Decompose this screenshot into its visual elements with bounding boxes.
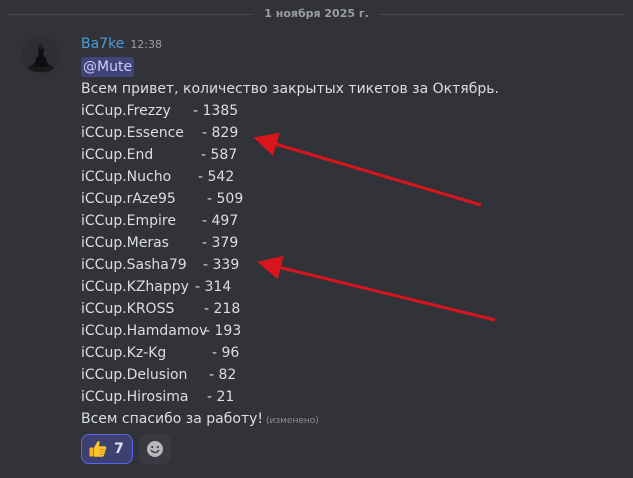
timestamp[interactable]: 12:38: [130, 38, 162, 51]
ticket-name: iCCup.Nucho: [81, 169, 172, 185]
ticket-count: - 314: [195, 279, 232, 295]
ticket-row: iCCup.Frezzy - 1385: [81, 100, 499, 122]
username[interactable]: Ba7ke: [81, 36, 124, 52]
ticket-row: iCCup.Delusion - 82: [81, 364, 499, 386]
smiley-icon: [146, 441, 163, 457]
divider-line-right: [378, 13, 625, 15]
ticket-name: iCCup.End: [81, 147, 154, 163]
ticket-count: - 82: [209, 367, 237, 383]
avatar[interactable]: [22, 36, 60, 74]
ticket-count: - 21: [207, 389, 235, 405]
mention-line: @Mute: [81, 56, 499, 78]
reaction-count: 7: [114, 441, 124, 457]
message-intro: Всем привет, количество закрытых тикетов…: [81, 81, 499, 97]
ticket-count: - 96: [212, 345, 240, 361]
ticket-row: iCCup.rAze95 - 509: [81, 188, 499, 210]
date-divider-text: 1 ноября 2025 г.: [264, 7, 369, 20]
ticket-name: iCCup.Sasha79: [81, 257, 187, 273]
ticket-name: iCCup.Meras: [81, 235, 169, 251]
ticket-row: iCCup.Essence - 829: [81, 122, 499, 144]
ticket-row: iCCup.Kz-Kg - 96: [81, 342, 499, 364]
chat-area: 1 ноября 2025 г. Ba7ke 12:38 @Mute Всем …: [0, 0, 633, 478]
ticket-count: - 587: [201, 147, 238, 163]
ticket-count: - 542: [198, 169, 235, 185]
ticket-row: iCCup.Empire - 497: [81, 210, 499, 232]
ticket-name: iCCup.Delusion: [81, 367, 188, 383]
add-reaction-button[interactable]: [138, 434, 171, 464]
message-outro: Всем спасибо за работу!: [81, 411, 263, 427]
ticket-row: iCCup.Hamdamov - 193: [81, 320, 499, 342]
message-content: @Mute Всем привет, количество закрытых т…: [81, 56, 499, 430]
date-divider: 1 ноября 2025 г.: [8, 6, 625, 22]
message-header: Ba7ke 12:38: [81, 36, 162, 56]
ticket-name: iCCup.Kz-Kg: [81, 345, 167, 361]
ticket-count: - 509: [207, 191, 244, 207]
divider-line-left: [8, 13, 255, 15]
ticket-row: iCCup.Sasha79 - 339: [81, 254, 499, 276]
ticket-count: - 218: [204, 301, 241, 317]
ticket-name: iCCup.Hamdamov: [81, 323, 208, 339]
ticket-count: - 193: [205, 323, 242, 339]
ticket-name: iCCup.Essence: [81, 125, 184, 141]
ticket-name: iCCup.Empire: [81, 213, 176, 229]
ticket-row: iCCup.Nucho - 542: [81, 166, 499, 188]
user-mention[interactable]: @Mute: [81, 57, 135, 77]
ticket-count: - 379: [202, 235, 239, 251]
reaction-thumbs-up[interactable]: 7: [81, 434, 133, 464]
ticket-name: iCCup.rAze95: [81, 191, 176, 207]
ticket-name: iCCup.KZhappy: [81, 279, 189, 295]
ticket-row: iCCup.KROSS - 218: [81, 298, 499, 320]
ticket-count: - 497: [202, 213, 239, 229]
avatar-image: [22, 36, 60, 74]
ticket-name: iCCup.Frezzy: [81, 103, 171, 119]
ticket-count: - 1385: [193, 103, 239, 119]
reactions-bar: 7: [81, 434, 171, 464]
ticket-name: iCCup.KROSS: [81, 301, 175, 317]
edited-label[interactable]: (изменено): [266, 416, 319, 426]
ticket-row: iCCup.Meras - 379: [81, 232, 499, 254]
ticket-name: iCCup.Hirosima: [81, 389, 189, 405]
thumbs-up-icon: [89, 441, 107, 457]
ticket-count: - 339: [203, 257, 240, 273]
ticket-row: iCCup.KZhappy - 314: [81, 276, 499, 298]
ticket-count: - 829: [202, 125, 239, 141]
message-outro-line: Всем спасибо за работу! (изменено): [81, 408, 499, 430]
ticket-row: iCCup.Hirosima - 21: [81, 386, 499, 408]
ticket-row: iCCup.End - 587: [81, 144, 499, 166]
